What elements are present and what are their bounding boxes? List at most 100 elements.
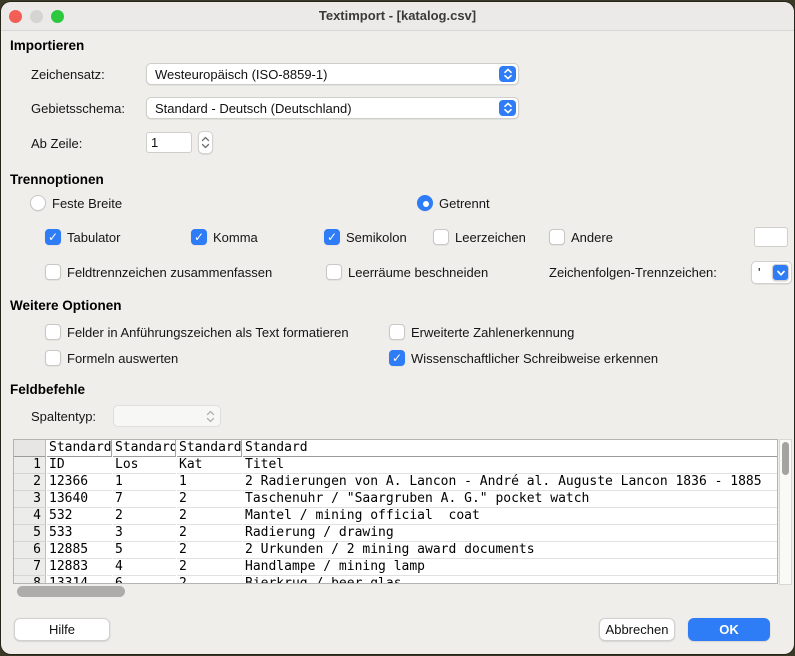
andere-value-input[interactable] xyxy=(754,227,788,247)
string-delimiter-combobox[interactable]: ' xyxy=(751,261,792,284)
table-cell: 2 Urkunden / 2 mining award documents xyxy=(243,542,777,559)
ok-button[interactable]: OK xyxy=(688,618,770,641)
from-row-stepper[interactable] xyxy=(198,131,213,154)
row-number: 2 xyxy=(14,474,46,491)
table-cell: 12883 xyxy=(47,559,112,576)
section-heading-other-options: Weitere Optionen xyxy=(10,298,122,313)
vertical-scrollbar[interactable] xyxy=(779,439,792,585)
trim-spaces-label[interactable]: Leerräume beschneiden xyxy=(348,265,488,280)
special-numbers-label[interactable]: Erweiterte Zahlenerkennung xyxy=(411,325,574,340)
table-cell: 1 xyxy=(177,474,242,491)
window-title: Textimport - [katalog.csv] xyxy=(1,8,794,23)
separated-radio[interactable] xyxy=(417,195,433,211)
row-number: 1 xyxy=(14,457,46,474)
komma-label[interactable]: Komma xyxy=(213,230,258,245)
chevron-up-down-icon xyxy=(499,100,516,116)
table-row: 6 12885 5 2 2 Urkunden / 2 mining award … xyxy=(14,542,777,559)
table-cell: Mantel / mining official coat xyxy=(243,508,777,525)
vertical-scrollbar-thumb[interactable] xyxy=(782,442,789,475)
tabulator-label[interactable]: Tabulator xyxy=(67,230,120,245)
semikolon-label[interactable]: Semikolon xyxy=(346,230,407,245)
locale-label: Gebietsschema: xyxy=(31,101,125,116)
scientific-notation-label[interactable]: Wissenschaftlicher Schreibweise erkennen xyxy=(411,351,658,366)
string-delimiter-value: ' xyxy=(758,265,760,280)
fixed-width-label[interactable]: Feste Breite xyxy=(52,196,122,211)
row-number: 3 xyxy=(14,491,46,508)
section-heading-fields: Feldbefehle xyxy=(10,382,85,397)
trim-spaces-checkbox[interactable] xyxy=(326,264,342,280)
separated-label[interactable]: Getrennt xyxy=(439,196,490,211)
fixed-width-radio[interactable] xyxy=(30,195,46,211)
row-number: 8 xyxy=(14,576,46,584)
table-cell: 7 xyxy=(113,491,176,508)
column-header[interactable]: Standard xyxy=(47,440,112,457)
from-row-label: Ab Zeile: xyxy=(31,136,82,151)
row-number: 7 xyxy=(14,559,46,576)
section-heading-separator: Trennoptionen xyxy=(10,172,104,187)
semikolon-checkbox[interactable] xyxy=(324,229,340,245)
leerzeichen-checkbox[interactable] xyxy=(433,229,449,245)
from-row-input[interactable] xyxy=(146,132,192,153)
horizontal-scrollbar-thumb[interactable] xyxy=(17,586,125,597)
charset-value: Westeuropäisch (ISO-8859-1) xyxy=(155,67,327,82)
special-numbers-checkbox[interactable] xyxy=(389,324,405,340)
evaluate-formulas-checkbox[interactable] xyxy=(45,350,61,366)
charset-select[interactable]: Westeuropäisch (ISO-8859-1) xyxy=(146,63,519,85)
leerzeichen-label[interactable]: Leerzeichen xyxy=(455,230,526,245)
table-row: 3 13640 7 2 Taschenuhr / "Saargruben A. … xyxy=(14,491,777,508)
textimport-dialog: Textimport - [katalog.csv] Importieren Z… xyxy=(1,2,794,654)
preview-table[interactable]: Standard Standard Standard Standard 1 ID… xyxy=(13,439,778,584)
chevron-up-down-icon xyxy=(206,410,215,428)
table-cell: Kat xyxy=(177,457,242,474)
help-button[interactable]: Hilfe xyxy=(14,618,110,641)
table-row: 1 ID Los Kat Titel xyxy=(14,457,777,474)
column-header[interactable]: Standard xyxy=(177,440,242,457)
table-cell: 6 xyxy=(113,576,176,584)
table-cell: 5 xyxy=(113,542,176,559)
locale-select[interactable]: Standard - Deutsch (Deutschland) xyxy=(146,97,519,119)
table-cell: 532 xyxy=(47,508,112,525)
table-row: 8 13314 6 2 Bierkrug / beer glas xyxy=(14,576,777,584)
andere-checkbox[interactable] xyxy=(549,229,565,245)
table-cell: Handlampe / mining lamp xyxy=(243,559,777,576)
quoted-as-text-checkbox[interactable] xyxy=(45,324,61,340)
table-row: 2 12366 1 1 2 Radierungen von A. Lancon … xyxy=(14,474,777,491)
cancel-button[interactable]: Abbrechen xyxy=(599,618,675,641)
evaluate-formulas-label[interactable]: Formeln auswerten xyxy=(67,351,178,366)
chevron-down-icon xyxy=(772,264,789,281)
title-bar[interactable]: Textimport - [katalog.csv] xyxy=(1,2,794,31)
table-cell: 4 xyxy=(113,559,176,576)
corner-cell xyxy=(14,440,46,457)
column-header[interactable]: Standard xyxy=(113,440,176,457)
table-cell: Taschenuhr / "Saargruben A. G." pocket w… xyxy=(243,491,777,508)
table-cell: Bierkrug / beer glas xyxy=(243,576,777,584)
column-header[interactable]: Standard xyxy=(243,440,777,457)
table-cell: 2 xyxy=(177,576,242,584)
stepper-arrows-icon xyxy=(201,136,210,149)
table-cell: 2 xyxy=(177,559,242,576)
table-cell: 2 xyxy=(177,542,242,559)
merge-delimiters-checkbox[interactable] xyxy=(45,264,61,280)
andere-label[interactable]: Andere xyxy=(571,230,613,245)
table-cell: Titel xyxy=(243,457,777,474)
table-cell: ID xyxy=(47,457,112,474)
table-header-row: Standard Standard Standard Standard xyxy=(14,440,777,457)
merge-delimiters-label[interactable]: Feldtrennzeichen zusammenfassen xyxy=(67,265,272,280)
table-cell: Los xyxy=(113,457,176,474)
tabulator-checkbox[interactable] xyxy=(45,229,61,245)
table-cell: 12885 xyxy=(47,542,112,559)
row-number: 5 xyxy=(14,525,46,542)
komma-checkbox[interactable] xyxy=(191,229,207,245)
table-cell: Radierung / drawing xyxy=(243,525,777,542)
table-cell: 2 xyxy=(177,491,242,508)
string-delimiter-label: Zeichenfolgen-Trennzeichen: xyxy=(549,265,717,280)
scientific-notation-checkbox[interactable] xyxy=(389,350,405,366)
charset-label: Zeichensatz: xyxy=(31,67,105,82)
table-cell: 2 xyxy=(177,525,242,542)
quoted-as-text-label[interactable]: Felder in Anführungszeichen als Text for… xyxy=(67,325,349,340)
table-cell: 12366 xyxy=(47,474,112,491)
table-row: 7 12883 4 2 Handlampe / mining lamp xyxy=(14,559,777,576)
table-cell: 13640 xyxy=(47,491,112,508)
column-type-label: Spaltentyp: xyxy=(31,409,96,424)
table-row: 5 533 3 2 Radierung / drawing xyxy=(14,525,777,542)
